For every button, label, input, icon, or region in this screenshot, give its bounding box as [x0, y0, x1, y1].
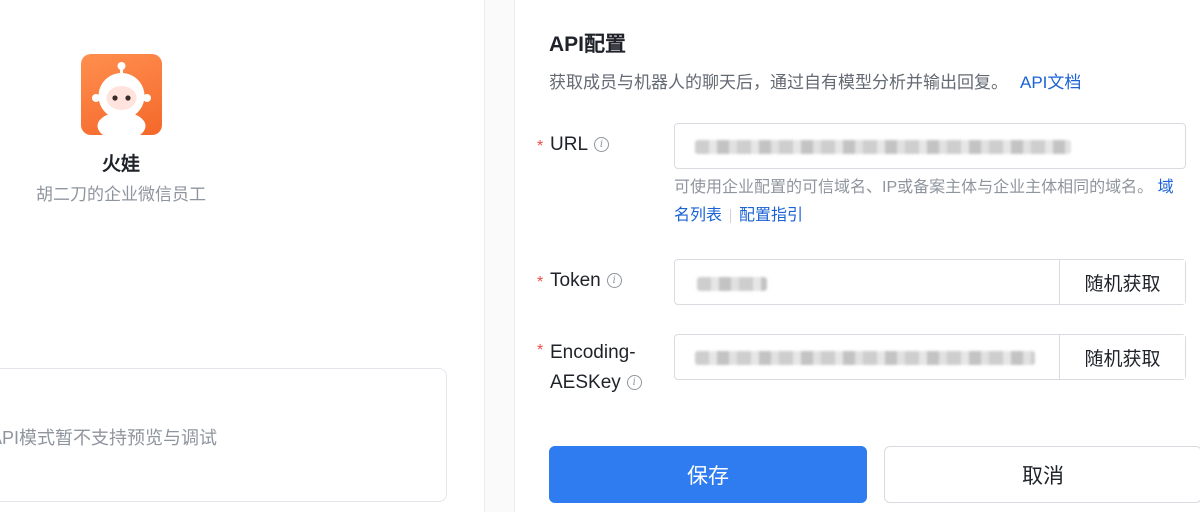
token-label: Token i	[550, 270, 622, 292]
bot-profile-panel: 火娃 胡二刀的企业微信员工 API模式暂不支持预览与调试	[0, 0, 484, 512]
api-config-description: 获取成员与机器人的聊天后，通过自有模型分析并输出回复。 API文档	[549, 68, 1081, 93]
redacted-aes-key-value	[695, 351, 1035, 365]
bot-name: 火娃	[101, 154, 140, 175]
url-hint-text: 可使用企业配置的可信域名、IP或备案主体与企业主体相同的域名。	[674, 179, 1154, 196]
bot-description: 胡二刀的企业微信员工	[36, 185, 206, 204]
save-button[interactable]: 保存	[549, 446, 867, 503]
preview-unsupported-message: API模式暂不支持预览与调试	[0, 428, 218, 448]
info-circle-icon[interactable]: i	[606, 273, 622, 289]
url-input[interactable]	[674, 123, 1186, 169]
link-separator	[730, 208, 732, 223]
info-circle-icon[interactable]: i	[594, 137, 610, 153]
aes-key-label: Encoding- AESKey i	[550, 338, 642, 398]
aes-key-input[interactable]: 随机获取	[674, 334, 1186, 380]
required-mark: *	[537, 274, 544, 291]
required-mark: *	[537, 342, 544, 359]
config-guide-link[interactable]: 配置指引	[739, 207, 803, 224]
token-random-button[interactable]: 随机获取	[1059, 260, 1185, 304]
token-input[interactable]: 随机获取	[674, 259, 1186, 305]
bot-avatar	[81, 54, 162, 135]
panel-divider	[514, 0, 515, 512]
api-doc-link[interactable]: API文档	[1020, 73, 1081, 92]
url-hint: 可使用企业配置的可信域名、IP或备案主体与企业主体相同的域名。 域名列表 配置指引	[674, 174, 1174, 230]
redacted-url-value	[695, 140, 1071, 154]
aes-key-label-line1: Encoding-	[550, 342, 636, 363]
panel-gap	[485, 0, 514, 512]
redacted-token-value	[697, 277, 767, 291]
url-label-text: URL	[550, 134, 589, 155]
api-config-title: API配置	[549, 33, 627, 56]
aes-key-random-button[interactable]: 随机获取	[1059, 335, 1185, 379]
aes-key-label-line2-row: AESKey i	[550, 368, 642, 398]
token-label-text: Token	[550, 270, 601, 291]
aes-key-label-line2: AESKey	[550, 372, 621, 393]
required-mark: *	[537, 138, 544, 155]
cancel-button[interactable]: 取消	[884, 446, 1200, 503]
robot-mascot-icon	[92, 62, 151, 135]
url-label: URL i	[550, 134, 610, 156]
info-circle-icon[interactable]: i	[626, 375, 642, 391]
api-config-description-text: 获取成员与机器人的聊天后，通过自有模型分析并输出回复。	[549, 73, 1008, 92]
